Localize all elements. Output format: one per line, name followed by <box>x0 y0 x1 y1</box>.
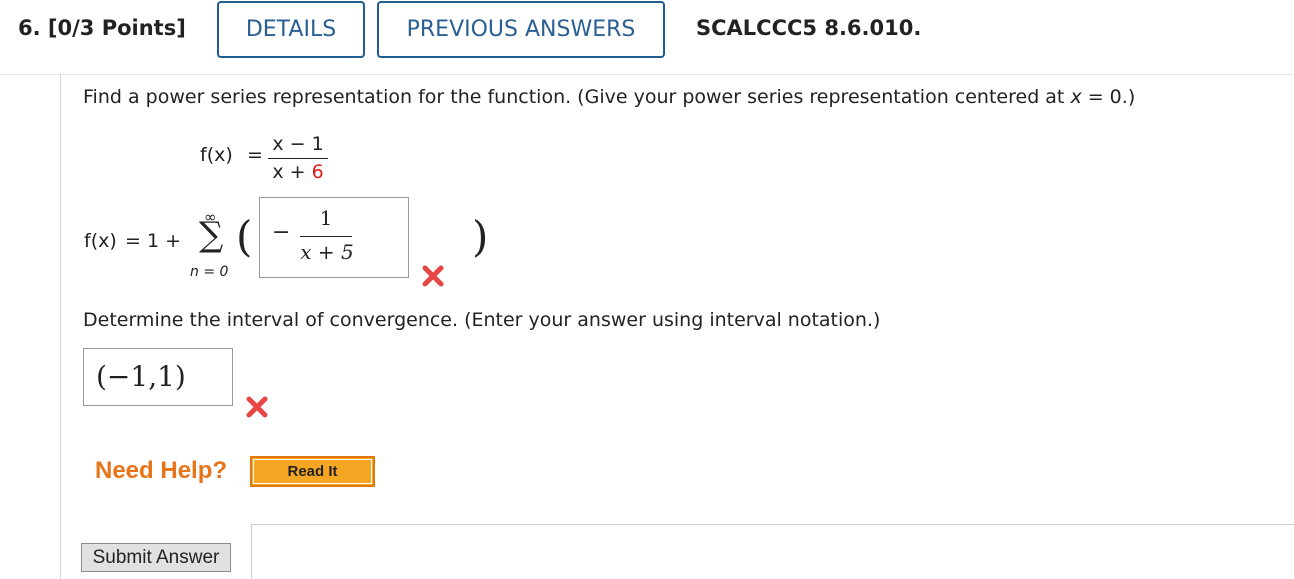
incorrect-x-icon <box>422 265 444 287</box>
incorrect-x-icon <box>246 396 268 418</box>
answer-numerator: 1 <box>319 206 333 230</box>
submit-answer-button[interactable]: Submit Answer <box>81 543 231 572</box>
question-prompt: Find a power series representation for t… <box>83 86 1135 108</box>
right-paren: ) <box>472 212 489 261</box>
series-answer-field[interactable]: − 1 x + 5 <box>259 197 409 278</box>
function-denominator: x + 6 <box>268 161 328 183</box>
answer-fraction-bar <box>300 236 352 237</box>
function-numerator: x − 1 <box>272 133 324 155</box>
question-header: 6. [0/3 Points] DETAILS PREVIOUS ANSWERS… <box>0 0 1294 75</box>
series-lhs: f(x) <box>84 230 117 252</box>
series-equals: = 1 + <box>125 230 182 252</box>
sum-lower-limit: n = 0 <box>190 264 228 280</box>
function-lhs: f(x) <box>200 144 233 166</box>
answer-denominator: x + 5 <box>300 240 354 264</box>
prompt-variable: x <box>1070 86 1082 108</box>
question-label: 6. [0/3 Points] <box>18 16 186 40</box>
notes-area <box>251 524 1294 579</box>
answer-minus-sign: − <box>272 220 291 245</box>
function-denominator-constant: 6 <box>311 161 324 183</box>
interval-answer-field[interactable]: (−1,1) <box>83 348 233 406</box>
function-fraction-bar <box>268 158 328 159</box>
function-equals: = <box>247 144 263 166</box>
function-denominator-text: x + <box>272 161 312 183</box>
problem-code: SCALCCC5 8.6.010. <box>696 16 922 40</box>
interval-answer-value: (−1,1) <box>96 360 186 393</box>
sigma-icon: ∑ <box>199 215 224 255</box>
prompt-text-before: Find a power series representation for t… <box>83 86 1071 108</box>
previous-answers-button[interactable]: PREVIOUS ANSWERS <box>377 1 665 58</box>
sum-lower-limit-text: n = 0 <box>190 264 229 280</box>
read-it-button[interactable]: Read It <box>250 456 375 487</box>
details-button[interactable]: DETAILS <box>217 1 365 58</box>
prompt-text-after: = 0.) <box>1081 86 1136 108</box>
left-divider <box>60 74 61 579</box>
need-help-label: Need Help? <box>95 457 228 484</box>
left-paren: ( <box>236 212 253 261</box>
interval-prompt: Determine the interval of convergence. (… <box>83 309 881 331</box>
